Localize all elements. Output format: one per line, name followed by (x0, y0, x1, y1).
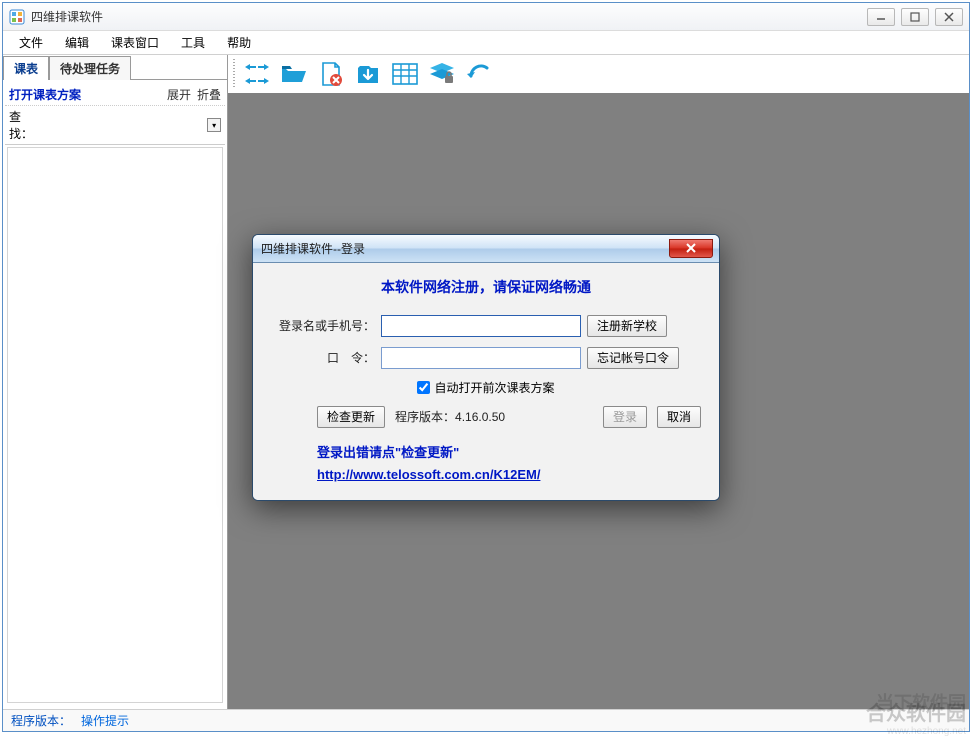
dialog-title: 四维排课软件--登录 (259, 240, 669, 257)
schedule-tree[interactable] (7, 147, 223, 703)
login-button[interactable]: 登录 (603, 406, 647, 428)
tab-pending-tasks[interactable]: 待处理任务 (49, 56, 131, 80)
dialog-titlebar: 四维排课软件--登录 (253, 235, 719, 263)
status-hint-link[interactable]: 操作提示 (81, 712, 129, 729)
download-icon[interactable] (350, 57, 386, 91)
delete-file-icon[interactable] (313, 57, 349, 91)
login-name-label: 登录名或手机号： (271, 317, 375, 334)
menu-tools[interactable]: 工具 (171, 31, 215, 54)
auto-open-label: 自动打开前次课表方案 (434, 379, 554, 396)
dialog-version-text: 程序版本：4.16.0.50 (395, 408, 593, 425)
status-version-label: 程序版本： (11, 712, 71, 729)
password-input[interactable] (381, 347, 581, 369)
forgot-password-button[interactable]: 忘记帐号口令 (587, 347, 679, 369)
toolbar (228, 55, 969, 94)
expand-link[interactable]: 展开 (167, 86, 191, 103)
search-dropdown-icon[interactable]: ▾ (207, 118, 221, 132)
auto-open-checkbox[interactable] (417, 381, 430, 394)
menubar: 文件 编辑 课表窗口 工具 帮助 (3, 31, 969, 55)
password-label: 口 令： (271, 349, 375, 366)
titlebar: 四维排课软件 (3, 3, 969, 31)
dialog-heading: 本软件网络注册，请保证网络畅通 (271, 277, 701, 297)
search-label: 查找： (9, 108, 44, 142)
dialog-close-button[interactable] (669, 239, 713, 258)
search-input[interactable] (48, 118, 203, 133)
open-folder-icon[interactable] (276, 57, 312, 91)
app-icon (9, 9, 25, 25)
login-error-hint: 登录出错请点"检查更新" (271, 442, 701, 461)
cancel-button[interactable]: 取消 (657, 406, 701, 428)
menu-file[interactable]: 文件 (9, 31, 53, 54)
check-update-button[interactable]: 检查更新 (317, 406, 385, 428)
layers-lock-icon[interactable] (424, 57, 460, 91)
close-button[interactable] (935, 8, 963, 26)
undo-icon[interactable] (461, 57, 497, 91)
login-name-input[interactable] (381, 315, 581, 337)
maximize-button[interactable] (901, 8, 929, 26)
menu-schedule-window[interactable]: 课表窗口 (101, 31, 169, 54)
toolbar-separator (233, 59, 235, 89)
open-schedule-plan-link[interactable]: 打开课表方案 (9, 86, 81, 103)
window-title: 四维排课软件 (31, 8, 867, 25)
menu-help[interactable]: 帮助 (217, 31, 261, 54)
table-grid-icon[interactable] (387, 57, 423, 91)
register-school-button[interactable]: 注册新学校 (587, 315, 667, 337)
sidebar: 课表 待处理任务 打开课表方案 展开 折叠 查找： ▾ (3, 55, 228, 709)
login-dialog: 四维排课软件--登录 本软件网络注册，请保证网络畅通 登录名或手机号： 注册新学… (252, 234, 720, 501)
tab-schedule[interactable]: 课表 (3, 56, 49, 80)
minimize-button[interactable] (867, 8, 895, 26)
menu-edit[interactable]: 编辑 (55, 31, 99, 54)
nav-arrows-icon[interactable] (239, 57, 275, 91)
statusbar: 程序版本： 操作提示 (3, 709, 969, 731)
vendor-url-link[interactable]: http://www.telossoft.com.cn/K12EM/ (317, 467, 540, 482)
collapse-link[interactable]: 折叠 (197, 86, 221, 103)
